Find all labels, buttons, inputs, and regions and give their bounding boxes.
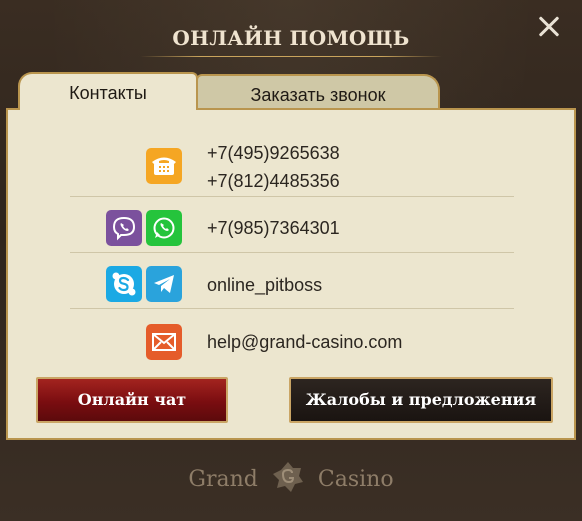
complaints-button[interactable]: Жалобы и предложения bbox=[289, 377, 553, 423]
row-divider bbox=[70, 252, 514, 253]
row-divider bbox=[70, 308, 514, 309]
messenger-username[interactable]: online_pitboss bbox=[207, 275, 322, 296]
phone-number-2[interactable]: +7(812)4485356 bbox=[207, 171, 340, 192]
logo-emblem-icon bbox=[272, 462, 303, 492]
logo-text-right: Casino bbox=[317, 467, 394, 492]
skype-icon[interactable] bbox=[106, 266, 142, 302]
viber-icon[interactable] bbox=[106, 210, 142, 246]
messenger-icons bbox=[106, 210, 182, 246]
grand-casino-logo: Grand Casino bbox=[0, 462, 582, 497]
title-divider bbox=[140, 56, 442, 57]
whatsapp-icon[interactable] bbox=[146, 210, 182, 246]
online-chat-button[interactable]: Онлайн чат bbox=[36, 377, 228, 423]
email-address[interactable]: help@grand-casino.com bbox=[207, 332, 402, 353]
close-icon[interactable] bbox=[534, 12, 564, 42]
online-help-dialog: ОНЛАЙН ПОМОЩЬ Заказать звонок Контакты +… bbox=[0, 0, 582, 521]
phone-number-1[interactable]: +7(495)9265638 bbox=[207, 143, 340, 164]
tab-request-call[interactable]: Заказать звонок bbox=[196, 74, 440, 112]
phone-icons bbox=[146, 148, 182, 184]
email-icons bbox=[146, 324, 182, 360]
dialog-title: ОНЛАЙН ПОМОЩЬ bbox=[172, 26, 410, 50]
tab-contacts[interactable]: Контакты bbox=[18, 72, 198, 110]
mail-icon[interactable] bbox=[146, 324, 182, 360]
row-divider bbox=[70, 196, 514, 197]
messenger-phone-number[interactable]: +7(985)7364301 bbox=[207, 218, 340, 239]
logo-text-left: Grand bbox=[188, 467, 258, 492]
chat-app-icons bbox=[106, 266, 182, 302]
telegram-icon[interactable] bbox=[146, 266, 182, 302]
phone-icon bbox=[146, 148, 182, 184]
